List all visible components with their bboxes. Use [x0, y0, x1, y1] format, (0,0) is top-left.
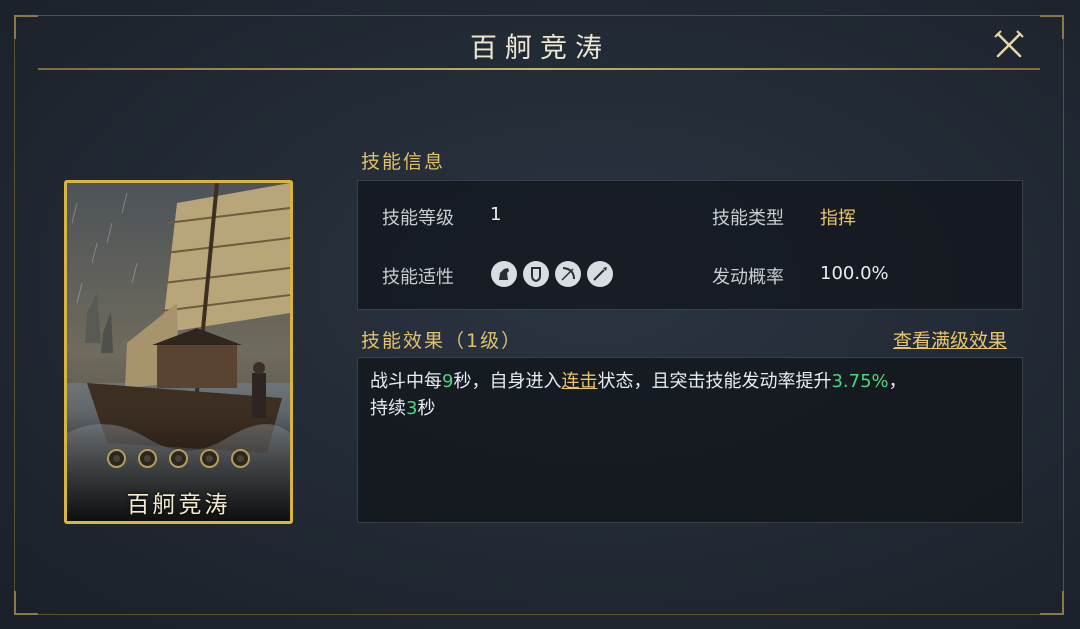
level-orb	[200, 449, 219, 468]
skill-type-label: 技能类型	[712, 208, 784, 229]
effect-text: 状态，且突击技能发动率提升	[597, 371, 832, 392]
skill-effect-box: 战斗中每9秒，自身进入连击状态，且突击技能发动率提升3.75%， 持续3秒	[357, 357, 1023, 523]
title-divider	[38, 68, 1040, 70]
corner-ornament	[1040, 591, 1064, 615]
corner-ornament	[14, 591, 38, 615]
effect-text: 秒，自身进入	[453, 371, 562, 392]
effect-bonus-value: 3.75%	[831, 371, 889, 392]
close-button[interactable]	[990, 26, 1028, 64]
skill-effect-heading: 技能效果（1级）	[361, 330, 523, 352]
skill-level-orbs	[107, 449, 250, 468]
level-orb	[107, 449, 126, 468]
effect-text: 战斗中每	[370, 371, 442, 392]
bow-icon	[555, 261, 581, 287]
skill-aptitude-label: 技能适性	[382, 267, 454, 288]
level-orb	[138, 449, 157, 468]
skill-info-box	[357, 180, 1023, 310]
effect-line-2: 持续3秒	[370, 395, 1010, 422]
shield-icon	[523, 261, 549, 287]
skill-card: 百舸竞涛	[64, 180, 293, 524]
spear-icon	[587, 261, 613, 287]
combo-status-link[interactable]: 连击	[561, 371, 597, 392]
cavalry-icon	[491, 261, 517, 287]
skill-card-name: 百舸竞涛	[126, 492, 231, 518]
trigger-rate-value: 100.0%	[820, 263, 889, 284]
effect-duration-value: 3	[406, 398, 418, 419]
skill-level-label: 技能等级	[382, 208, 454, 229]
panel-title: 百舸竞涛	[470, 33, 610, 64]
skill-detail-panel: 百舸竞涛 百舸竞涛 技能信息 技能等级 1 技能类型 指挥 技能适性 发动概率 …	[0, 0, 1080, 629]
effect-text: ，	[888, 371, 907, 392]
skill-level-value: 1	[490, 204, 502, 225]
effect-interval-value: 9	[442, 371, 454, 392]
effect-text: 持续	[370, 398, 406, 419]
crossed-swords-close-icon	[994, 30, 1024, 58]
level-orb	[231, 449, 250, 468]
effect-line-1: 战斗中每9秒，自身进入连击状态，且突击技能发动率提升3.75%，	[370, 368, 1010, 395]
skill-card-artwork	[67, 183, 290, 521]
skill-type-value: 指挥	[820, 208, 856, 229]
level-orb	[169, 449, 188, 468]
trigger-rate-label: 发动概率	[712, 267, 784, 288]
effect-text: 秒	[417, 398, 436, 419]
view-max-level-effect-link[interactable]: 查看满级效果	[893, 326, 1007, 353]
skill-info-heading: 技能信息	[361, 151, 446, 173]
aptitude-icons	[491, 261, 613, 287]
